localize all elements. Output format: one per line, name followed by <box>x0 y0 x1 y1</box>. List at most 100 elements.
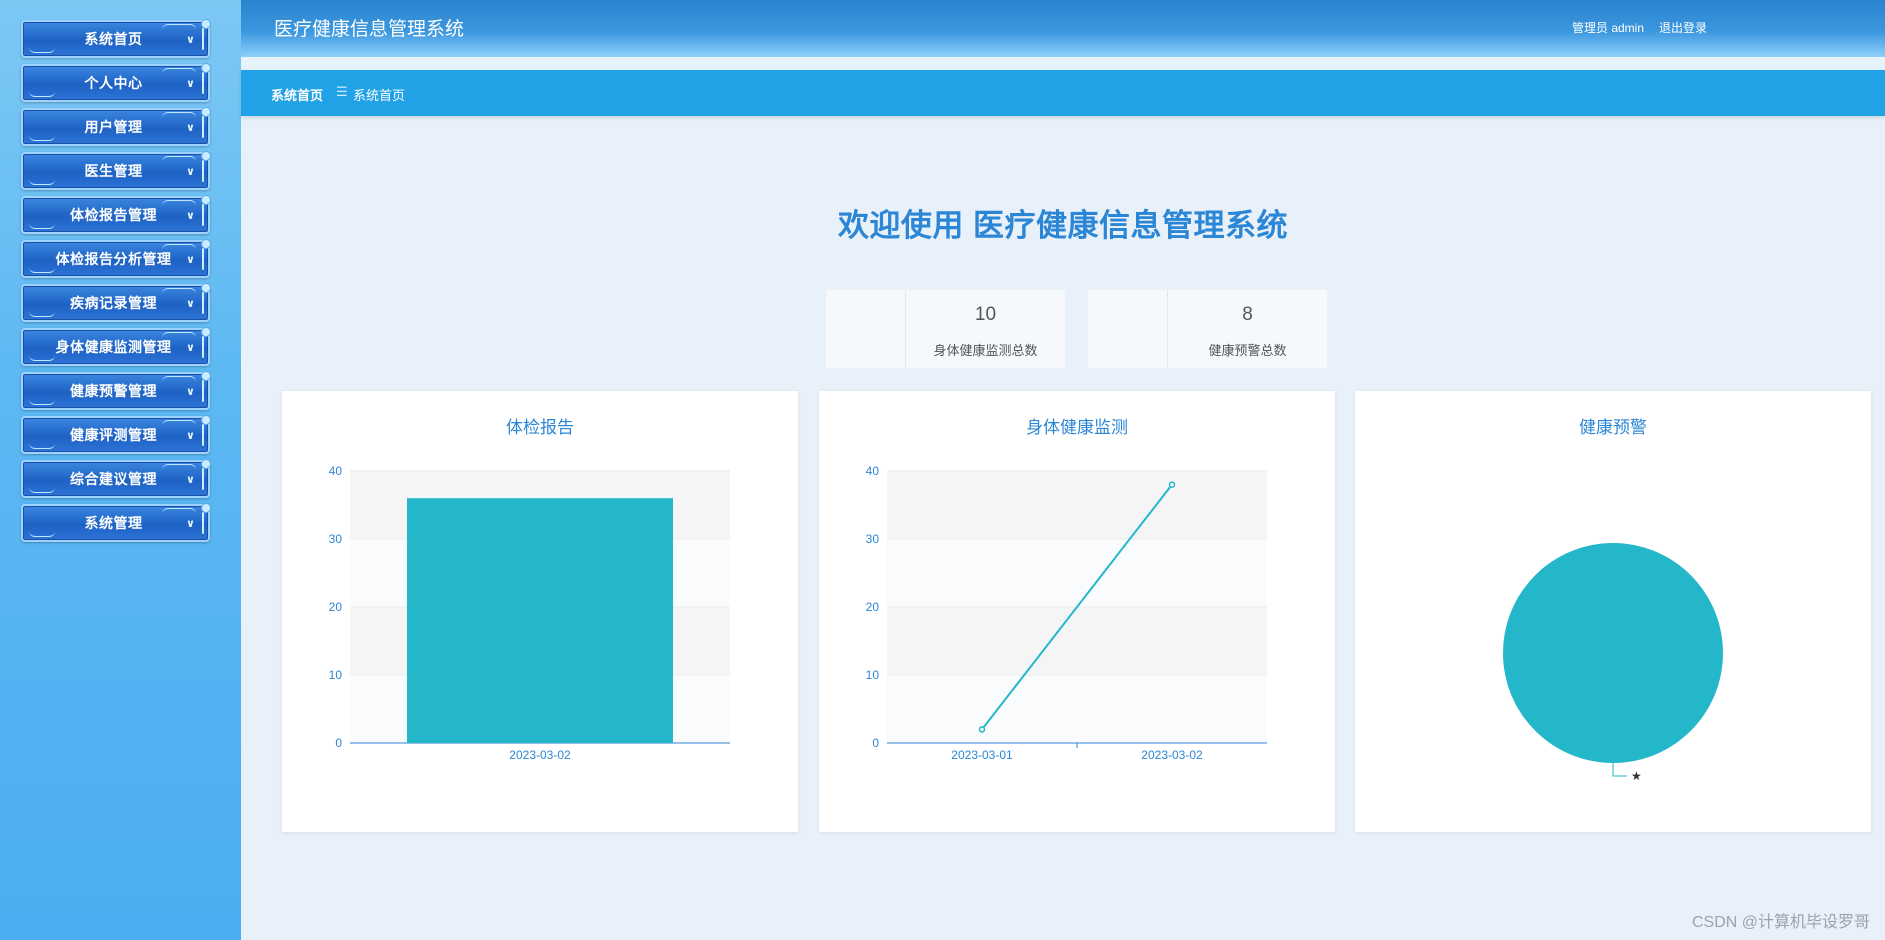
ornament <box>202 468 204 490</box>
corner-dot-icon <box>201 503 211 513</box>
sidebar-item-label: 综合建议管理 <box>70 471 157 487</box>
y-tick-label: 20 <box>866 600 880 614</box>
watermark: CSDN @计算机毕设罗哥 <box>1691 914 1870 931</box>
sidebar-item-label: 健康评测管理 <box>70 427 157 443</box>
corner-dot-icon <box>201 371 211 381</box>
chevron-down-icon: ∨ <box>186 342 195 354</box>
corner-dot-icon <box>201 415 211 425</box>
ornament <box>202 424 204 446</box>
ornament <box>202 336 204 358</box>
chevron-down-icon: ∨ <box>186 298 195 310</box>
health-monitor-line-chart: 0 10 20 30 40 2023-03-01 2023-03-02 <box>866 464 1267 762</box>
current-user: 管理员 admin <box>1572 21 1645 35</box>
sidebar-item[interactable]: 个人中心 ∨ <box>21 63 211 102</box>
corner-dot-icon <box>201 63 211 73</box>
sidebar: 系统首页 ∨ 个人中心 ∨ 用户管理 ∨ 医生管理 ∨ 体检报告管理 ∨ 体检报告分析管理 ∨ 疾病记录… <box>0 0 241 940</box>
x-tick-label: 2023-03-02 <box>1141 748 1203 762</box>
sidebar-item[interactable]: 身体健康监测管理 ∨ <box>21 327 211 366</box>
breadcrumb-current: 系统首页 <box>353 88 406 103</box>
chevron-down-icon: ∨ <box>186 386 195 398</box>
sidebar-item[interactable]: 综合建议管理 ∨ <box>21 459 211 498</box>
sidebar-item-label: 个人中心 <box>84 75 143 91</box>
data-point <box>1168 481 1176 488</box>
grid-band <box>887 607 1267 675</box>
top-header: 医疗健康信息管理系统 管理员 admin 退出登录 <box>241 0 1885 57</box>
x-tick-label: 2023-03-01 <box>951 748 1013 762</box>
ornament <box>162 508 196 516</box>
ornament <box>162 376 196 384</box>
chart-panel-health-warning: 健康预警 ★ <box>1355 391 1871 832</box>
sidebar-item-label: 身体健康监测管理 <box>55 339 172 355</box>
y-tick-label: 40 <box>866 464 880 478</box>
bar <box>407 498 673 743</box>
stat-label: 健康预警总数 <box>1208 343 1287 358</box>
sidebar-item[interactable]: 体检报告管理 ∨ <box>21 195 211 234</box>
exam-report-bar-chart: 0 10 20 30 40 2023-03-02 <box>329 464 730 762</box>
ornament <box>202 292 204 314</box>
ornament <box>29 310 55 317</box>
ornament <box>29 442 55 449</box>
y-tick-label: 10 <box>866 668 880 682</box>
chevron-down-icon: ∨ <box>186 78 195 90</box>
chevron-down-icon: ∨ <box>186 430 195 442</box>
sidebar-item-label: 体检报告管理 <box>70 207 157 223</box>
ornament <box>202 160 204 182</box>
grid-band <box>887 539 1267 607</box>
label-leader-line <box>1612 763 1627 777</box>
ornament <box>29 46 55 53</box>
corner-dot-icon <box>201 327 211 337</box>
header-divider <box>241 57 1885 70</box>
stat-value: 8 <box>1242 304 1253 325</box>
ornament <box>202 380 204 402</box>
x-tick-label: 2023-03-02 <box>509 748 571 762</box>
chart-panel-exam-report: 体检报告 0 10 20 30 40 2023-03-02 <box>282 391 798 832</box>
ornament <box>162 464 196 472</box>
data-point <box>978 726 986 733</box>
ornament <box>162 288 196 296</box>
logout-link[interactable]: 退出登录 <box>1659 19 1707 36</box>
welcome-heading: 欢迎使用 医疗健康信息管理系统 <box>837 208 1289 243</box>
sidebar-item-label: 系统管理 <box>84 515 143 531</box>
corner-dot-icon <box>201 107 211 117</box>
ornament <box>162 200 196 208</box>
sidebar-item[interactable]: 系统管理 ∨ <box>21 503 211 542</box>
sidebar-item-label: 用户管理 <box>84 119 143 135</box>
sidebar-item-label: 体检报告分析管理 <box>55 251 172 267</box>
ornament <box>202 116 204 138</box>
sidebar-item[interactable]: 医生管理 ∨ <box>21 151 211 190</box>
y-tick-label: 30 <box>866 532 880 546</box>
sidebar-item[interactable]: 疾病记录管理 ∨ <box>21 283 211 322</box>
stat-card-health-monitor: 10 身体健康监测总数 <box>825 289 1066 369</box>
ornament <box>29 222 55 229</box>
health-warning-pie-chart: ★ <box>1503 543 1723 783</box>
y-tick-label: 40 <box>329 464 343 478</box>
sidebar-item[interactable]: 体检报告分析管理 ∨ <box>21 239 211 278</box>
ornament <box>29 354 55 361</box>
breadcrumb-home[interactable]: 系统首页 <box>271 85 323 104</box>
chart-panel-health-monitor: 身体健康监测 0 10 20 30 40 2023-03-01 2023-03-02 <box>819 391 1335 832</box>
y-tick-label: 20 <box>329 600 343 614</box>
sidebar-item-label: 系统首页 <box>84 31 143 47</box>
ornament <box>202 72 204 94</box>
sidebar-item[interactable]: 健康预警管理 ∨ <box>21 371 211 410</box>
grid-band <box>887 675 1267 743</box>
ornament <box>29 530 55 537</box>
y-tick-label: 0 <box>335 736 342 750</box>
sidebar-item[interactable]: 系统首页 ∨ <box>21 19 211 58</box>
sidebar-item[interactable]: 用户管理 ∨ <box>21 107 211 146</box>
sidebar-item[interactable]: 健康评测管理 ∨ <box>21 415 211 454</box>
y-tick-label: 10 <box>329 668 343 682</box>
ornament <box>29 90 55 97</box>
stat-value: 10 <box>974 304 997 325</box>
ornament <box>162 24 196 32</box>
corner-dot-icon <box>201 459 211 469</box>
chevron-down-icon: ∨ <box>186 210 195 222</box>
chevron-down-icon: ∨ <box>186 518 195 530</box>
y-tick-label: 0 <box>872 736 879 750</box>
ornament <box>202 204 204 226</box>
app-title: 医疗健康信息管理系统 <box>274 19 465 40</box>
ornament <box>29 486 55 493</box>
pie-slice <box>1503 543 1723 763</box>
grid-band <box>887 471 1267 539</box>
ornament <box>202 248 204 270</box>
